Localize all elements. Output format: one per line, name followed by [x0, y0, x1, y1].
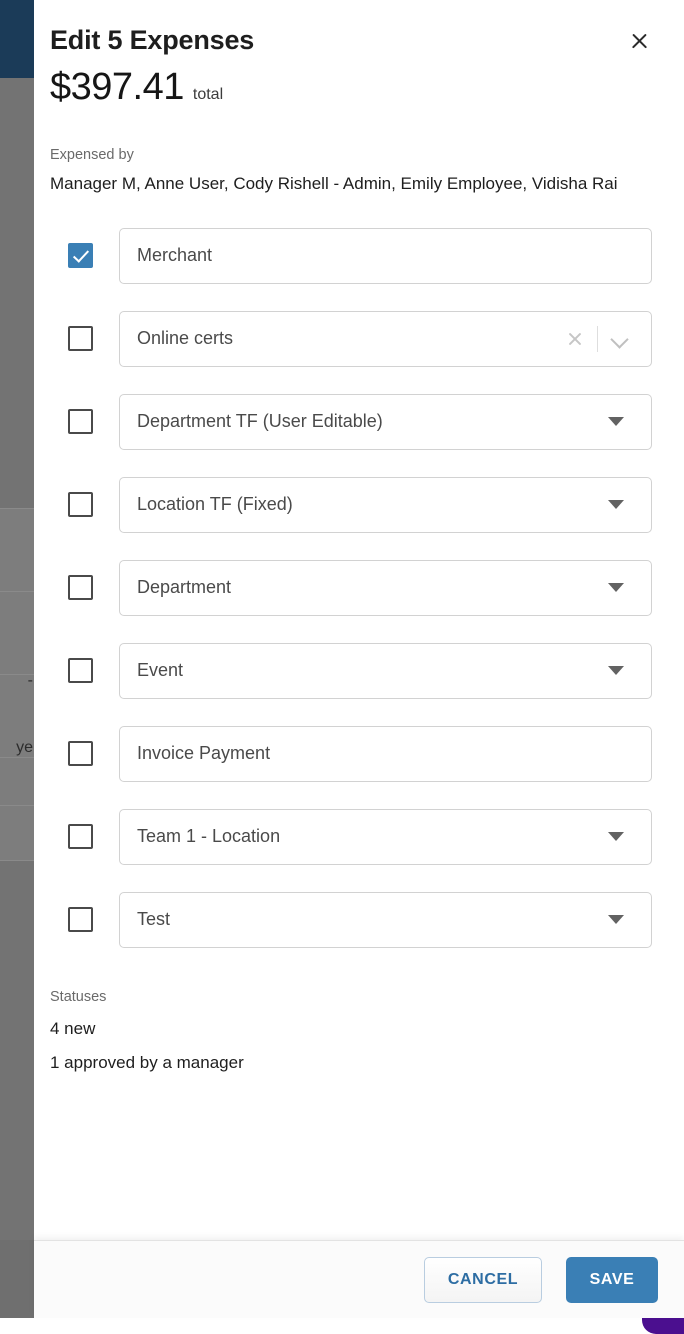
field-list: Merchant Online certs Department TF (User …: [34, 228, 684, 948]
background-app-topbar: [0, 0, 34, 78]
field-label: Test: [137, 909, 608, 930]
statuses-section: Statuses 4 new 1 approved by a manager: [34, 988, 684, 1076]
field-checkbox[interactable]: [68, 907, 93, 932]
field-select[interactable]: Event: [119, 643, 652, 699]
field-checkbox[interactable]: [68, 326, 93, 351]
field-row: Location TF (Fixed): [50, 477, 652, 533]
caret-down-icon[interactable]: [608, 417, 624, 426]
field-row: Team 1 - Location: [50, 809, 652, 865]
background-table-cell-text: -: [0, 673, 34, 689]
background-table-row-divider: [0, 591, 34, 592]
field-select[interactable]: Location TF (Fixed): [119, 477, 652, 533]
dialog-title-row: Edit 5 Expenses: [50, 26, 652, 58]
modal-backdrop: - ye: [0, 0, 34, 1318]
chevron-down-icon[interactable]: [609, 329, 629, 349]
field-checkbox[interactable]: [68, 409, 93, 434]
caret-down-icon[interactable]: [608, 500, 624, 509]
field-label: Online certs: [137, 328, 564, 349]
dialog-header: Edit 5 Expenses $397.41 total Expensed b…: [34, 0, 684, 196]
clear-icon[interactable]: [564, 328, 586, 350]
expensed-by-label: Expensed by: [50, 146, 652, 165]
total-amount: $397.41: [50, 68, 184, 106]
field-label: Merchant: [137, 245, 637, 266]
field-checkbox[interactable]: [68, 824, 93, 849]
caret-down-icon[interactable]: [608, 583, 624, 592]
background-table-cell-text: ye: [0, 740, 34, 756]
total-row: $397.41 total: [50, 68, 652, 106]
page-title: Edit 5 Expenses: [50, 26, 254, 56]
dialog-body: Edit 5 Expenses $397.41 total Expensed b…: [34, 0, 684, 1240]
background-table-row-divider: [0, 757, 34, 758]
statuses-label: Statuses: [50, 988, 652, 1007]
save-button[interactable]: SAVE: [566, 1257, 658, 1303]
field-label: Department TF (User Editable): [137, 411, 608, 432]
field-label: Location TF (Fixed): [137, 494, 608, 515]
field-row: Event: [50, 643, 652, 699]
edit-expenses-dialog: Edit 5 Expenses $397.41 total Expensed b…: [34, 0, 684, 1318]
caret-down-icon[interactable]: [608, 832, 624, 841]
field-checkbox[interactable]: [68, 658, 93, 683]
close-icon[interactable]: [622, 24, 656, 58]
dialog-footer: CANCEL SAVE: [34, 1240, 684, 1318]
status-line: 1 approved by a manager: [50, 1051, 652, 1076]
background-table-row-divider: [0, 860, 34, 861]
caret-down-icon[interactable]: [608, 666, 624, 675]
field-label: Event: [137, 660, 608, 681]
field-input[interactable]: Invoice Payment: [119, 726, 652, 782]
field-checkbox[interactable]: [68, 741, 93, 766]
field-label: Invoice Payment: [137, 743, 637, 764]
field-select[interactable]: Team 1 - Location: [119, 809, 652, 865]
field-row: Merchant: [50, 228, 652, 284]
field-row: Department: [50, 560, 652, 616]
caret-down-icon[interactable]: [608, 915, 624, 924]
field-divider: [597, 326, 598, 352]
field-label: Department: [137, 577, 608, 598]
cancel-button[interactable]: CANCEL: [424, 1257, 542, 1303]
status-line: 4 new: [50, 1017, 652, 1042]
field-input[interactable]: Merchant: [119, 228, 652, 284]
background-footer-region: [0, 1240, 34, 1318]
field-checkbox[interactable]: [68, 575, 93, 600]
field-select[interactable]: Test: [119, 892, 652, 948]
total-suffix-label: total: [193, 86, 223, 104]
background-table-row-divider: [0, 805, 34, 806]
field-row: Department TF (User Editable): [50, 394, 652, 450]
field-row: Invoice Payment: [50, 726, 652, 782]
field-label: Team 1 - Location: [137, 826, 608, 847]
field-select[interactable]: Department TF (User Editable): [119, 394, 652, 450]
field-checkbox[interactable]: [68, 243, 93, 268]
background-table-row-divider: [0, 508, 34, 509]
field-checkbox[interactable]: [68, 492, 93, 517]
field-row: Online certs: [50, 311, 652, 367]
field-select[interactable]: Online certs: [119, 311, 652, 367]
expensed-by-names: Manager M, Anne User, Cody Rishell - Adm…: [50, 172, 650, 196]
field-select[interactable]: Department: [119, 560, 652, 616]
field-row: Test: [50, 892, 652, 948]
